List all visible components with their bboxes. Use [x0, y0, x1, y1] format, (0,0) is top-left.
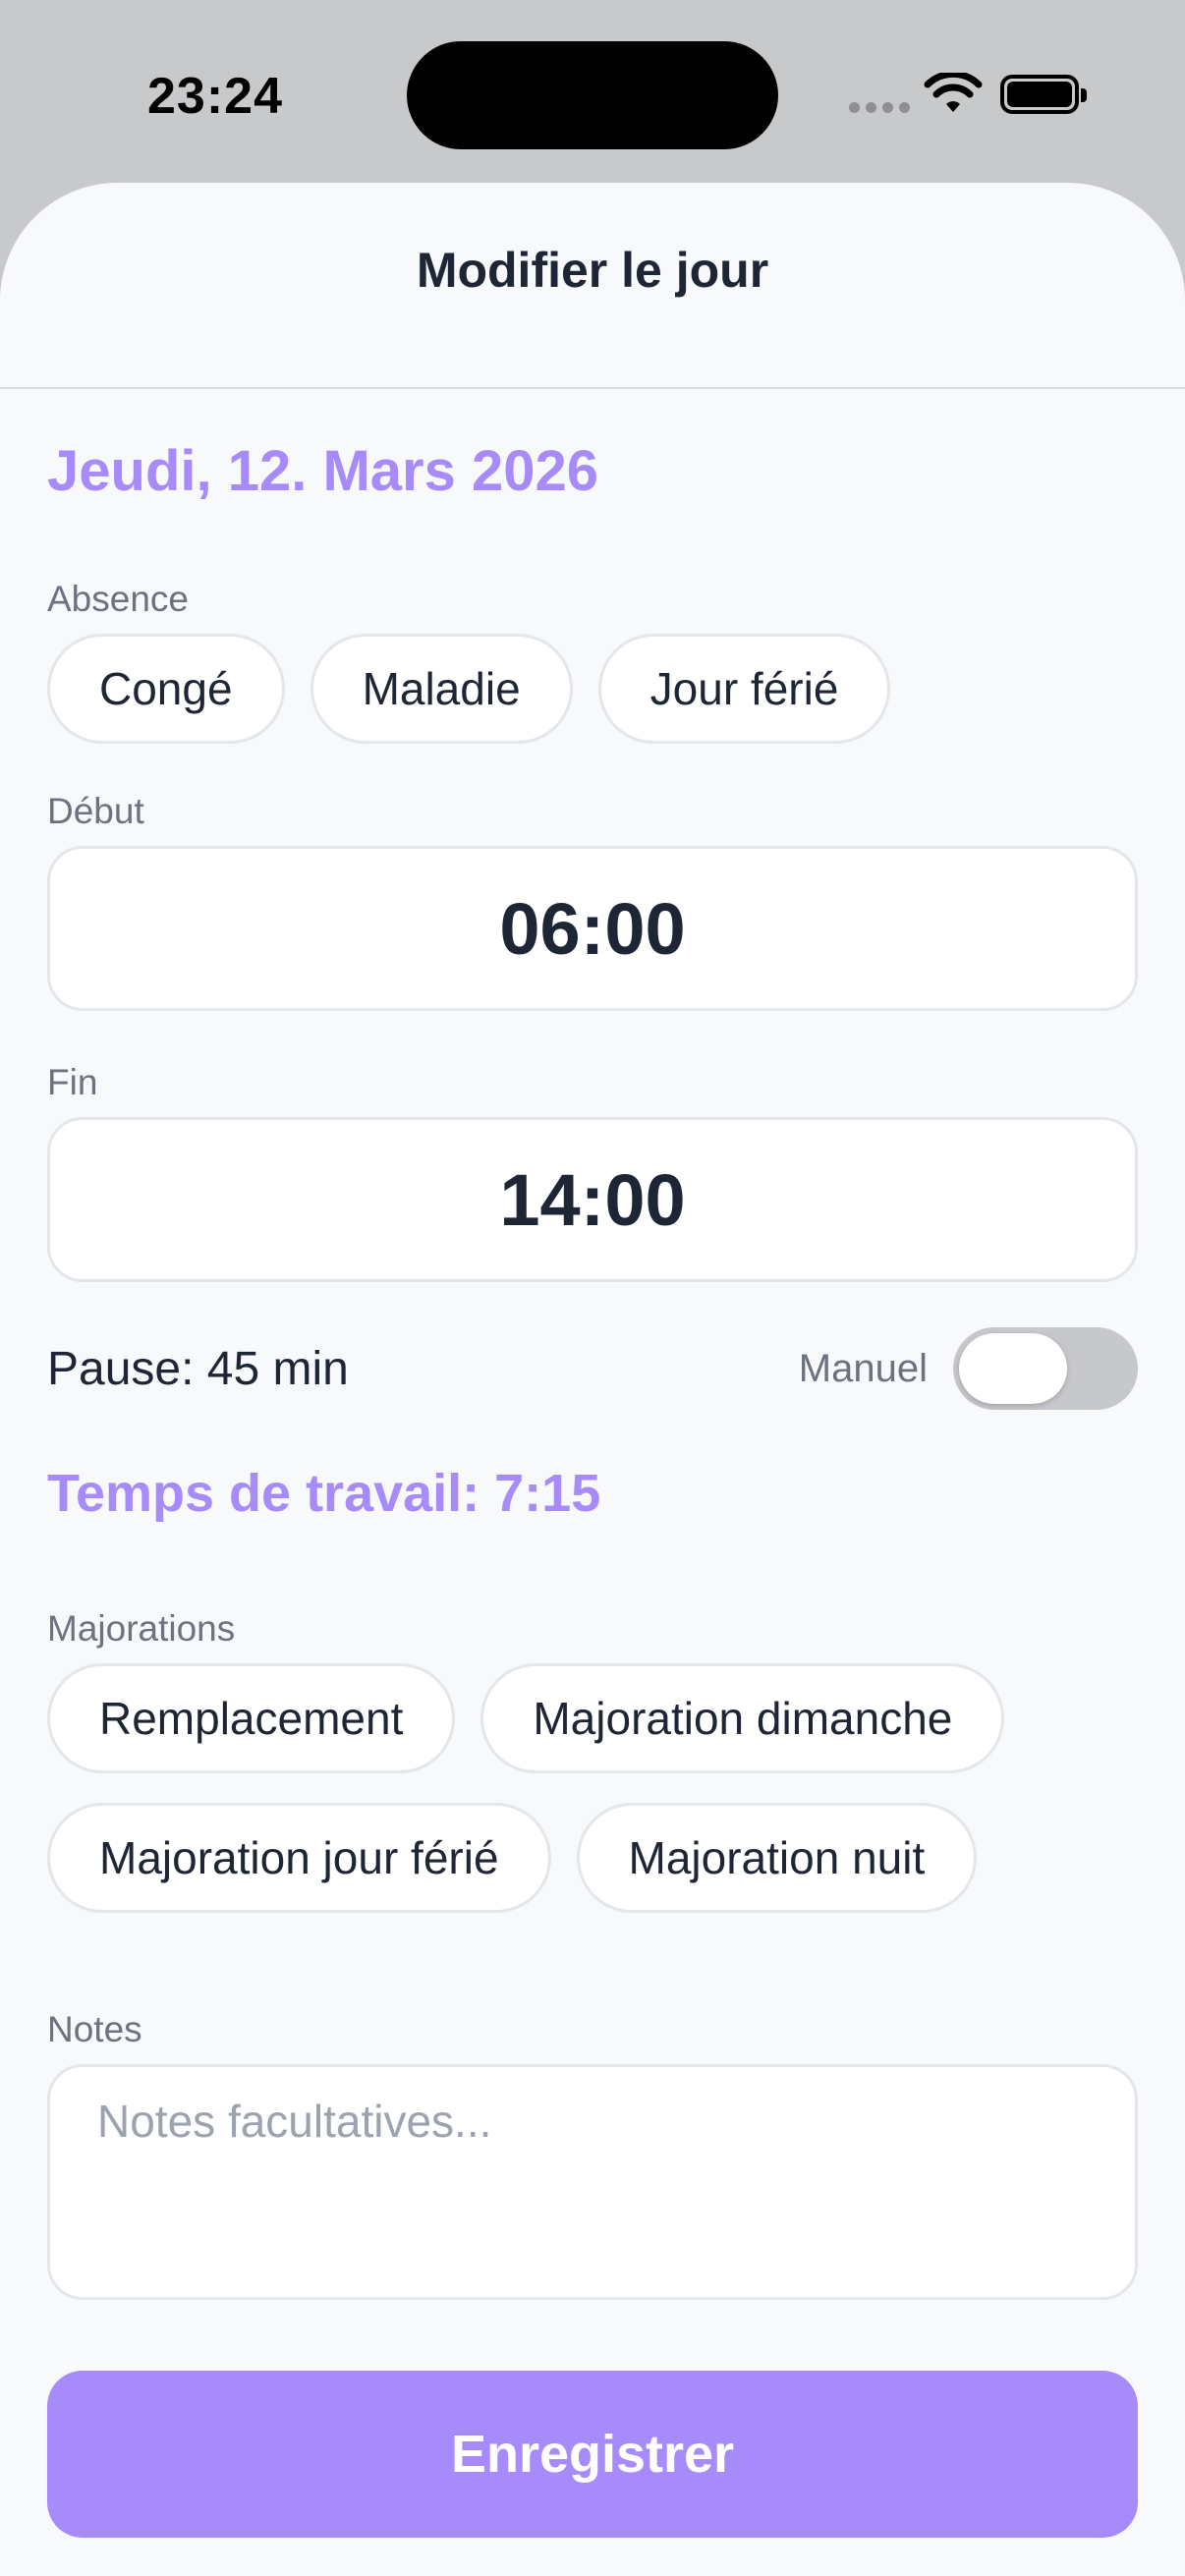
notes-input[interactable]: Notes facultatives... [47, 2064, 1138, 2300]
manual-label: Manuel [798, 1346, 928, 1390]
notes-label: Notes [47, 2009, 142, 2049]
toggle-knob [959, 1333, 1067, 1404]
status-time: 23:24 [147, 68, 283, 125]
absence-chip-vacation[interactable]: Congé [47, 634, 285, 744]
surcharge-chip-sunday[interactable]: Majoration dimanche [480, 1663, 1005, 1773]
selected-date: Jeudi, 12. Mars 2026 [47, 439, 598, 503]
worktime-total: Temps de travail: 7:15 [47, 1464, 601, 1523]
edit-day-sheet: Modifier le jour Jeudi, 12. Mars 2026 Ab… [0, 183, 1185, 2576]
cellular-signal-icon [849, 102, 910, 113]
save-button[interactable]: Enregistrer [47, 2371, 1138, 2538]
end-label: Fin [47, 1062, 98, 1102]
sheet-title: Modifier le jour [416, 243, 769, 298]
start-time-field[interactable]: 06:00 [47, 846, 1138, 1011]
dynamic-island [407, 41, 778, 149]
surcharge-options: Remplacement Majoration dimanche Majorat… [47, 1663, 1138, 1913]
end-time-field[interactable]: 14:00 [47, 1117, 1138, 1282]
absence-label: Absence [47, 579, 189, 619]
surcharge-chip-holiday[interactable]: Majoration jour férié [47, 1803, 551, 1913]
surcharge-chip-replacement[interactable]: Remplacement [47, 1663, 456, 1773]
manual-pause-toggle[interactable] [953, 1327, 1138, 1410]
surcharge-chip-night[interactable]: Majoration nuit [576, 1803, 978, 1913]
surcharges-label: Majorations [47, 1608, 236, 1649]
absence-options: Congé Maladie Jour férié [47, 634, 1138, 744]
pause-text: Pause: 45 min [47, 1342, 349, 1395]
pause-row: Pause: 45 min Manuel [47, 1327, 1138, 1410]
start-label: Début [47, 791, 144, 831]
wifi-icon [924, 73, 983, 112]
sheet-header: Modifier le jour [0, 183, 1185, 389]
status-bar: 23:24 [0, 0, 1185, 187]
absence-chip-sick[interactable]: Maladie [310, 634, 573, 744]
battery-icon [1000, 75, 1087, 114]
absence-chip-holiday[interactable]: Jour férié [597, 634, 891, 744]
